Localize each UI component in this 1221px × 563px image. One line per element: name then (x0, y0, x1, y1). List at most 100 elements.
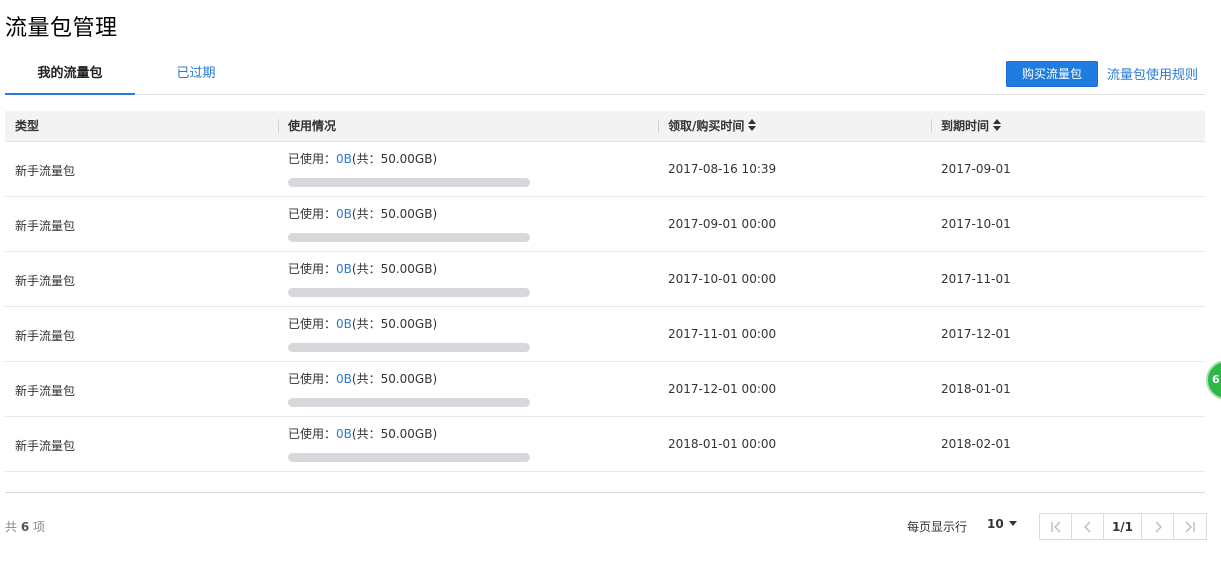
usage-mid: (共： (351, 152, 381, 166)
usage-suffix: ) (432, 427, 438, 441)
usage-mid: (共： (351, 207, 381, 221)
usage-progress-bar (288, 343, 530, 352)
table-row: 新手流量包 已使用：0B(共：50.00GB) 2017-09-01 00:00 20… (5, 197, 1205, 252)
header-type: 类型 (5, 111, 278, 141)
usage-prefix: 已使用： (288, 152, 337, 166)
usage-mid: (共： (351, 427, 381, 441)
last-page-button[interactable] (1174, 514, 1206, 539)
divider (5, 492, 1205, 493)
current-page-indicator: 1/1 (1104, 514, 1142, 539)
usage-text: 已使用：0B(共：50.00GB) (288, 206, 538, 222)
usage-text: 已使用：0B(共：50.00GB) (288, 426, 538, 442)
cell-expire-time: 2017-12-01 (941, 327, 1011, 341)
header-received-time[interactable]: 领取/购买时间 (658, 111, 931, 141)
cell-received-time: 2017-11-01 00:00 (668, 327, 777, 341)
next-page-button[interactable] (1142, 514, 1174, 539)
pagination: 1/1 (1039, 513, 1207, 540)
usage-used-value: 0B (336, 262, 352, 276)
usage-total-value: 50.00GB (380, 262, 433, 276)
usage-used-value: 0B (336, 427, 352, 441)
usage-progress-bar (288, 288, 530, 297)
cell-usage: 已使用：0B(共：50.00GB) (288, 151, 538, 187)
cell-received-time: 2017-08-16 10:39 (668, 162, 777, 176)
cell-type: 新手流量包 (15, 384, 76, 398)
usage-text: 已使用：0B(共：50.00GB) (288, 151, 538, 167)
floating-badge[interactable]: 6 (1206, 360, 1221, 400)
usage-progress-bar (288, 453, 530, 462)
first-page-icon (1050, 521, 1060, 532)
header-received-label: 领取/购买时间 (668, 119, 745, 133)
usage-suffix: ) (432, 262, 438, 276)
usage-prefix: 已使用： (288, 317, 337, 331)
cell-type: 新手流量包 (15, 274, 76, 288)
cell-expire-time: 2017-10-01 (941, 217, 1011, 231)
cell-type: 新手流量包 (15, 439, 76, 453)
usage-suffix: ) (432, 317, 438, 331)
cell-usage: 已使用：0B(共：50.00GB) (288, 316, 538, 352)
usage-prefix: 已使用： (288, 427, 337, 441)
cell-received-time: 2017-10-01 00:00 (668, 272, 777, 286)
usage-mid: (共： (351, 372, 381, 386)
usage-progress-bar (288, 233, 530, 242)
chevron-down-icon (1008, 521, 1017, 526)
usage-progress-bar (288, 398, 530, 407)
usage-text: 已使用：0B(共：50.00GB) (288, 261, 538, 277)
usage-suffix: ) (432, 207, 438, 221)
usage-total-value: 50.00GB (380, 207, 433, 221)
first-page-button[interactable] (1040, 514, 1072, 539)
table-row: 新手流量包 已使用：0B(共：50.00GB) 2017-11-01 00:00 20… (5, 307, 1205, 362)
tab-expired[interactable]: 已过期 (135, 56, 257, 95)
header-usage-label: 使用情况 (288, 119, 337, 133)
usage-used-value: 0B (336, 317, 352, 331)
usage-used-value: 0B (336, 372, 352, 386)
usage-total-value: 50.00GB (380, 152, 433, 166)
cell-type: 新手流量包 (15, 219, 76, 233)
cell-usage: 已使用：0B(共：50.00GB) (288, 371, 538, 407)
usage-used-value: 0B (336, 152, 352, 166)
cell-expire-time: 2017-11-01 (941, 272, 1011, 286)
table-row: 新手流量包 已使用：0B(共：50.00GB) 2017-10-01 00:00 20… (5, 252, 1205, 307)
table-body: 新手流量包 已使用：0B(共：50.00GB) 2017-08-16 10:39 20… (5, 142, 1205, 472)
cell-expire-time: 2018-01-01 (941, 382, 1011, 396)
last-page-icon (1185, 521, 1195, 532)
buy-traffic-package-button[interactable]: 购买流量包 (1006, 61, 1098, 87)
total-suffix: 项 (33, 520, 46, 534)
cell-usage: 已使用：0B(共：50.00GB) (288, 426, 538, 462)
cell-type: 新手流量包 (15, 329, 76, 343)
usage-prefix: 已使用： (288, 207, 337, 221)
cell-usage: 已使用：0B(共：50.00GB) (288, 261, 538, 297)
header-type-label: 类型 (15, 119, 40, 133)
usage-text: 已使用：0B(共：50.00GB) (288, 371, 538, 387)
cell-usage: 已使用：0B(共：50.00GB) (288, 206, 538, 242)
usage-suffix: ) (432, 372, 438, 386)
page-title: 流量包管理 (5, 16, 118, 41)
usage-suffix: ) (432, 152, 438, 166)
per-page-label: 每页显示行 (907, 520, 968, 534)
table-row: 新手流量包 已使用：0B(共：50.00GB) 2017-12-01 00:00 20… (5, 362, 1205, 417)
page-size-value: 10 (987, 517, 1004, 531)
usage-progress-bar (288, 178, 530, 187)
page-size-select[interactable]: 10 (987, 517, 1017, 531)
cell-expire-time: 2017-09-01 (941, 162, 1011, 176)
chevron-left-icon (1083, 521, 1090, 532)
header-expire-label: 到期时间 (941, 119, 990, 133)
usage-mid: (共： (351, 262, 381, 276)
tab-my-packages[interactable]: 我的流量包 (5, 56, 135, 95)
sort-icon[interactable] (993, 119, 1002, 131)
usage-text: 已使用：0B(共：50.00GB) (288, 316, 538, 332)
header-usage: 使用情况 (278, 111, 658, 141)
cell-received-time: 2018-01-01 00:00 (668, 437, 777, 451)
cell-expire-time: 2018-02-01 (941, 437, 1011, 451)
table-header: 类型 使用情况 领取/购买时间 到期时间 (5, 111, 1205, 142)
header-expire-time[interactable]: 到期时间 (931, 111, 1205, 141)
usage-total-value: 50.00GB (380, 427, 433, 441)
usage-mid: (共： (351, 317, 381, 331)
cell-received-time: 2017-12-01 00:00 (668, 382, 777, 396)
table-row: 新手流量包 已使用：0B(共：50.00GB) 2018-01-01 00:00 20… (5, 417, 1205, 472)
total-prefix: 共 (5, 520, 18, 534)
prev-page-button[interactable] (1072, 514, 1104, 539)
traffic-package-table: 类型 使用情况 领取/购买时间 到期时间 新手流量包 已使用：0B(共：50.00… (5, 111, 1205, 472)
chevron-right-icon (1155, 521, 1162, 532)
package-rules-link[interactable]: 流量包使用规则 (1107, 64, 1198, 83)
sort-icon[interactable] (748, 119, 757, 131)
